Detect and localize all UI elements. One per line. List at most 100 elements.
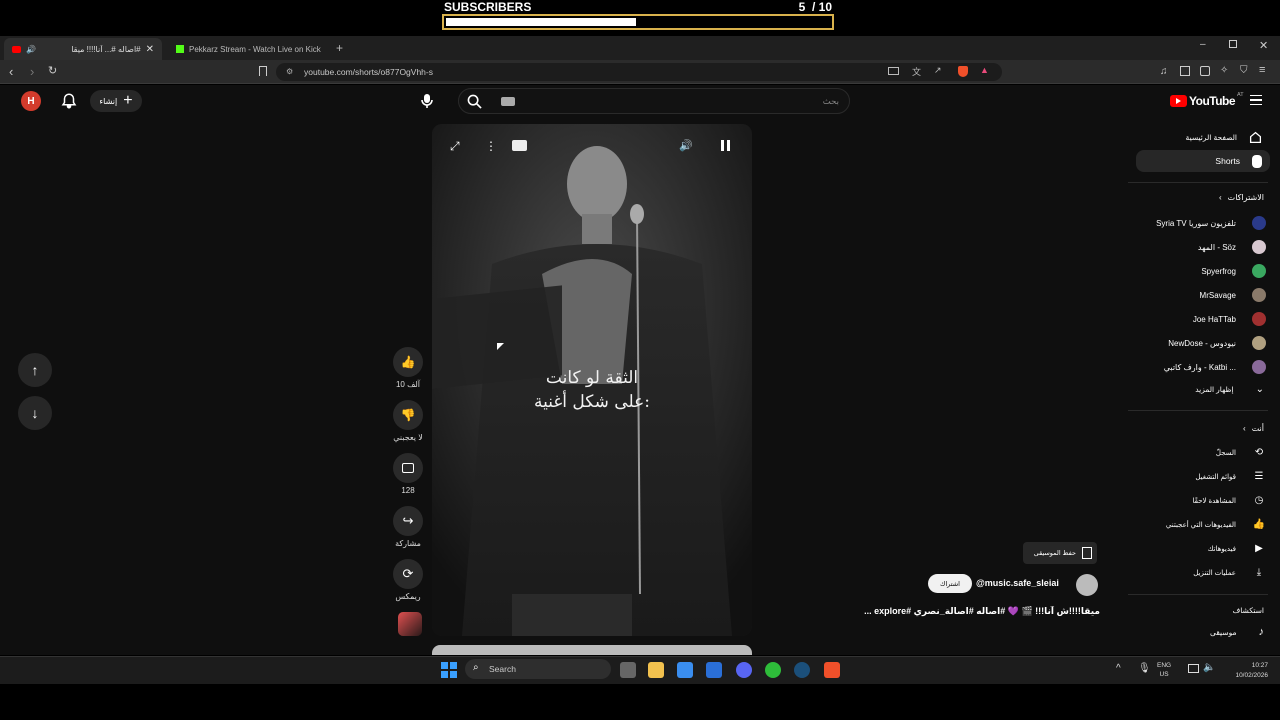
address-bar[interactable]: ⚙ youtube.com/shorts/o877OgVhh-s 文 ↗ ▲ — [276, 63, 1002, 81]
sound-thumbnail[interactable] — [398, 612, 422, 636]
share-arrow-icon: ↪ — [402, 513, 414, 528]
next-short-button[interactable]: ↓ — [18, 396, 52, 430]
extensions-icon[interactable]: ♫ — [1160, 66, 1168, 77]
tab-kick[interactable]: Pekkarz Stream - Watch Live on Kick — [168, 38, 332, 60]
sidebar-subscription-item[interactable]: MrSavage — [1140, 288, 1266, 302]
sidebar-toggle-icon[interactable] — [1180, 66, 1190, 76]
brave-shields-icon[interactable] — [958, 66, 968, 77]
task-view-icon[interactable] — [620, 662, 636, 678]
comments-button[interactable]: 128 — [390, 453, 426, 495]
short-video-player[interactable]: الثقة لو كانت على شكل أغنية: ⤢ ⋮ 🔊 — [432, 124, 752, 636]
taskbar-search[interactable]: ⌕ Search — [465, 659, 611, 679]
start-icon[interactable] — [441, 662, 457, 678]
sidebar-you-item[interactable]: قوائم التشغيل ☰ — [1140, 471, 1266, 482]
reload-icon[interactable]: ↻ — [48, 64, 57, 77]
save-music-button[interactable]: حفظ الموسيقى — [1023, 542, 1097, 564]
sidebar-subscription-item[interactable]: Syria TV تلفزيون سوريا — [1140, 216, 1266, 230]
cast-icon[interactable] — [888, 67, 899, 75]
search-box[interactable]: بحث — [458, 88, 850, 114]
tray-chevron-icon[interactable]: ^ — [1116, 663, 1121, 674]
create-button[interactable]: إنشاء + — [90, 90, 142, 112]
steam-icon[interactable] — [794, 662, 810, 678]
sidebar-item-music[interactable]: موسيقى ♪ — [1140, 626, 1264, 638]
sidebar-item-shorts[interactable]: Shorts — [1136, 150, 1270, 172]
network-icon[interactable] — [1188, 664, 1199, 673]
tab-youtube-label: #اصاله #... آنا!!!! ميقا — [71, 44, 141, 54]
sidebar-you-item[interactable]: فيديوهاتك ▶ — [1140, 543, 1266, 554]
subscriptions-header[interactable]: ‹ الاشتراكات — [1140, 193, 1264, 202]
share-button[interactable]: ↪ مشاركة — [390, 506, 426, 548]
sidebar-you-item[interactable]: المشاهدة لاحقًا ◷ — [1140, 495, 1266, 506]
bookmark-icon[interactable] — [259, 66, 267, 76]
language-indicator[interactable]: ENG US — [1157, 661, 1171, 679]
sidebar-you-item[interactable]: الفيديوهات التي أعجبتني 👍 — [1140, 519, 1266, 530]
subscription-name: Spyerfrog — [1201, 266, 1236, 276]
sidebar-you-item[interactable]: السجلّ ⟲ — [1140, 447, 1266, 458]
sidebar-item-home[interactable]: الصفحة الرئيسية — [1136, 126, 1270, 148]
subscription-name: NewDose - نيودوس — [1168, 338, 1236, 348]
share-icon[interactable]: ↗ — [934, 65, 942, 76]
your-videos-icon: ▶ — [1255, 543, 1263, 554]
brave-icon[interactable] — [824, 662, 840, 678]
search-input[interactable]: بحث — [823, 96, 839, 107]
channel-avatar-icon — [1252, 240, 1266, 254]
store-icon[interactable] — [677, 662, 693, 678]
next-video-preview[interactable] — [432, 645, 752, 655]
sidebar-subscription-item[interactable]: Spyerfrog — [1140, 264, 1266, 278]
channel-avatar[interactable] — [1076, 574, 1098, 596]
sidebar-subscription-item[interactable]: المهد - Söz — [1140, 240, 1266, 254]
browser-tab-bar: 🔊 #اصاله #... آنا!!!! ميقا ✕ Pekkarz Str… — [0, 36, 1280, 60]
watch-later-icon: ◷ — [1254, 495, 1264, 506]
youtube-logo[interactable]: YouTube AT — [1170, 92, 1244, 108]
close-window-button[interactable]: ✕ — [1259, 39, 1268, 52]
show-more-button[interactable]: إظهار المزيد ⌄ — [1140, 384, 1264, 395]
brave-rewards-icon[interactable]: ▲ — [980, 65, 989, 75]
file-explorer-icon[interactable] — [648, 662, 664, 678]
keyboard-icon[interactable] — [501, 97, 515, 106]
audio-icon[interactable]: 🔊 — [26, 45, 36, 54]
remix-button[interactable]: ⟳ ريمكس — [390, 559, 426, 601]
sidebar-subscription-item[interactable]: وارف كاتبي - Katbi ... — [1140, 360, 1266, 374]
forward-icon[interactable]: › — [30, 64, 34, 79]
share-label: مشاركة — [395, 539, 421, 548]
leo-icon[interactable]: ✧ — [1220, 65, 1228, 76]
captions-icon[interactable] — [512, 140, 527, 151]
back-icon[interactable]: ‹ — [9, 64, 13, 79]
maximize-button[interactable] — [1229, 40, 1237, 48]
new-tab-button[interactable]: + — [336, 41, 343, 55]
dislike-button[interactable]: 👎 لا يعجبني — [390, 400, 426, 442]
fullscreen-icon[interactable]: ⤢ — [450, 139, 460, 154]
like-button[interactable]: 👍 10 آلف — [390, 347, 426, 389]
search-icon[interactable] — [467, 94, 482, 109]
avatar[interactable]: H — [21, 91, 41, 111]
speaker-icon[interactable]: 🔈 — [1203, 662, 1215, 673]
minimize-button[interactable]: – — [1200, 39, 1206, 50]
menu-icon[interactable]: ≡ — [1259, 64, 1265, 76]
discord-icon[interactable] — [736, 662, 752, 678]
you-header[interactable]: ‹ أنت — [1140, 424, 1264, 433]
site-info-icon[interactable]: ⚙ — [286, 67, 293, 76]
sidebar-subscription-item[interactable]: Joe HaTTab — [1140, 312, 1266, 326]
xbox-icon[interactable] — [765, 662, 781, 678]
more-options-icon[interactable]: ⋮ — [485, 139, 497, 153]
subscribe-button[interactable]: اشتراك — [928, 574, 972, 593]
tab-close-icon[interactable]: ✕ — [146, 44, 154, 55]
pause-icon[interactable] — [721, 140, 730, 151]
channel-avatar-icon — [1252, 312, 1266, 326]
vpn-icon[interactable]: ⛉ — [1240, 65, 1248, 76]
mail-icon[interactable] — [706, 662, 722, 678]
wallet-icon[interactable] — [1200, 66, 1210, 76]
clock[interactable]: 10:27 10/02/2026 — [1222, 661, 1268, 681]
language-code: ENG — [1157, 662, 1172, 669]
mic-icon[interactable]: 🎙 — [1138, 663, 1151, 674]
volume-icon[interactable]: 🔊 — [679, 139, 693, 152]
previous-short-button[interactable]: ↑ — [18, 353, 52, 387]
channel-handle[interactable]: @music.safe_sleiai — [976, 578, 1059, 588]
sidebar-subscription-item[interactable]: NewDose - نيودوس — [1140, 336, 1266, 350]
tab-youtube[interactable]: 🔊 #اصاله #... آنا!!!! ميقا ✕ — [4, 38, 162, 60]
voice-search-icon[interactable] — [420, 93, 434, 109]
translate-icon[interactable]: 文 — [912, 65, 921, 78]
guide-menu-icon[interactable] — [1250, 95, 1262, 105]
sidebar-you-item[interactable]: عمليات التنزيل ⤓ — [1140, 567, 1266, 578]
notifications-icon[interactable] — [60, 92, 78, 110]
